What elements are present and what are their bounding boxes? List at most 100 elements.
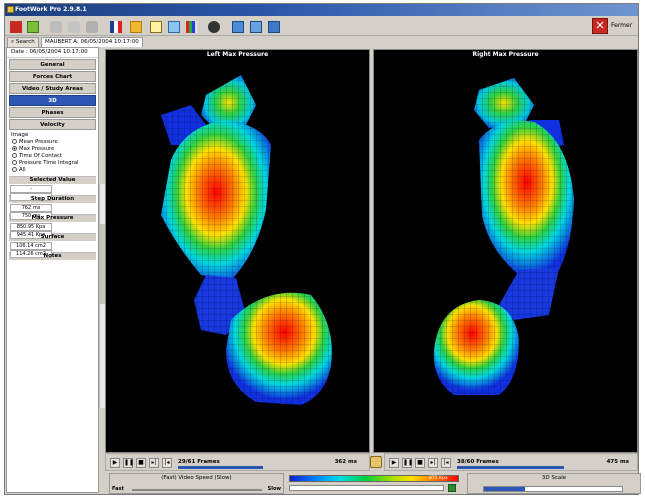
grid-icon bbox=[27, 21, 39, 33]
tab-search[interactable]: ⌕ Search bbox=[7, 37, 39, 47]
toolbar-export-button[interactable] bbox=[229, 18, 245, 34]
toolbar-foot-gray-button[interactable] bbox=[83, 18, 99, 34]
close-icon: ✕ bbox=[592, 18, 608, 34]
radio-label: All bbox=[19, 167, 26, 173]
step-back-icon[interactable]: |◂ bbox=[162, 458, 172, 468]
toolbar-foot-pair-button[interactable] bbox=[65, 18, 81, 34]
window-title: FootWork Pro 2.9.8.1 bbox=[15, 6, 87, 13]
toolbar-send-button[interactable] bbox=[265, 18, 281, 34]
video-speed-control: (Fast) Video Speed (Slow) Fast Slow bbox=[109, 473, 284, 494]
toolbar-chart-button[interactable] bbox=[165, 18, 181, 34]
toolbar-grid-button[interactable] bbox=[24, 18, 40, 34]
radio-all[interactable]: All bbox=[7, 167, 98, 174]
radio-label: Time Of Contact bbox=[19, 153, 62, 159]
right-pressure-view[interactable]: Right Max Pressure bbox=[373, 49, 638, 453]
title-bar: FootWork Pro 2.9.8.1 bbox=[5, 4, 638, 16]
flag-icon bbox=[110, 21, 122, 33]
toolbar-flag-button[interactable] bbox=[107, 18, 123, 34]
toolbar-close-file-button[interactable] bbox=[7, 18, 23, 34]
toolbar-folder-button[interactable] bbox=[127, 18, 143, 34]
stop-icon[interactable]: ■ bbox=[415, 458, 425, 468]
step-duration-row: 762 ms 750 ms bbox=[10, 204, 95, 220]
tab-patient[interactable]: MAUBERT A: 06/05/2004 10:17:00 bbox=[41, 37, 143, 47]
image-label: Image bbox=[11, 132, 29, 138]
left-frame-counter: 29/61 Frames bbox=[178, 459, 220, 465]
pause-icon[interactable]: ❚❚ bbox=[123, 458, 134, 468]
radio-pressure-time-integral[interactable]: Pressure Time Integral bbox=[7, 160, 98, 167]
send-icon bbox=[268, 21, 280, 33]
max-pressure-row: 850.95 Kpa 945.41 Kpa bbox=[10, 223, 95, 239]
nav-general[interactable]: General bbox=[9, 59, 96, 70]
video-speed-slider[interactable] bbox=[132, 489, 262, 491]
scale-apply-icon[interactable] bbox=[448, 484, 456, 492]
surface-left: 106.14 cm2 bbox=[10, 242, 52, 250]
play-icon[interactable]: ▶ bbox=[389, 458, 399, 468]
toolbar-person-button[interactable] bbox=[205, 18, 221, 34]
pause-icon[interactable]: ❚❚ bbox=[402, 458, 413, 468]
stop-icon[interactable]: ■ bbox=[136, 458, 146, 468]
radio-label: Pressure Time Integral bbox=[19, 160, 79, 166]
play-icon[interactable]: ▶ bbox=[110, 458, 120, 468]
nav-forces-chart[interactable]: Forces Chart bbox=[9, 71, 96, 82]
radio-dot bbox=[12, 167, 17, 172]
step-duration-left: 762 ms bbox=[10, 204, 52, 212]
right-midfoot bbox=[499, 268, 559, 320]
left-foot-pressure-map bbox=[161, 75, 332, 405]
close-button[interactable]: ✕ Fermer bbox=[592, 18, 632, 34]
step-forward-icon[interactable]: ▸| bbox=[428, 458, 438, 468]
left-time: 362 ms bbox=[334, 459, 357, 465]
3d-scale-slider[interactable] bbox=[483, 486, 623, 492]
speed-fast-label: Fast bbox=[112, 486, 124, 492]
selected-value-header: Selected Value bbox=[9, 176, 96, 184]
right-frame-progress[interactable] bbox=[457, 466, 564, 469]
foot-pair-icon bbox=[68, 21, 80, 33]
import-icon bbox=[250, 21, 262, 33]
close-file-icon bbox=[10, 21, 22, 33]
selected-value-row: - - bbox=[10, 185, 95, 201]
folder-icon bbox=[130, 21, 142, 33]
toolbar-import-button[interactable] bbox=[247, 18, 263, 34]
lock-icon[interactable] bbox=[370, 456, 382, 468]
nav-phases[interactable]: Phases bbox=[9, 107, 96, 118]
radio-time-of-contact[interactable]: Time Of Contact bbox=[7, 153, 98, 160]
close-label: Fermer bbox=[611, 22, 633, 29]
foot-icon bbox=[50, 21, 62, 33]
radio-max-pressure[interactable]: Max Pressure bbox=[7, 146, 98, 153]
step-back-icon[interactable]: |◂ bbox=[441, 458, 451, 468]
left-pressure-view[interactable]: Left Max Pressure bbox=[105, 49, 370, 453]
report-icon bbox=[150, 21, 162, 33]
pressure-scale-slider[interactable] bbox=[289, 485, 444, 491]
nav-video-study-areas[interactable]: Video / Study Areas bbox=[9, 83, 96, 94]
left-view-title: Left Max Pressure bbox=[206, 51, 269, 58]
bottom-controls: (Fast) Video Speed (Slow) Fast Slow 875 … bbox=[109, 473, 641, 494]
nav-velocity[interactable]: Velocity bbox=[9, 119, 96, 130]
session-date: Date : 06/05/2004 10:17:00 bbox=[7, 48, 98, 58]
3d-scale-title: 3D Scale bbox=[541, 475, 567, 481]
toolbar-foot-print-button[interactable] bbox=[47, 18, 63, 34]
selected-value-left: - bbox=[10, 185, 52, 193]
app-window: FootWork Pro 2.9.8.1 ✕ Fermer ⌕ Search M… bbox=[4, 3, 641, 495]
chart-icon bbox=[168, 21, 180, 33]
toolbar-bars-button[interactable] bbox=[183, 18, 199, 34]
surface-row: 106.14 cm2 114.26 cm2 bbox=[10, 242, 95, 258]
radio-dot bbox=[12, 139, 17, 144]
app-icon bbox=[7, 6, 14, 13]
3d-scale-control: 3D Scale bbox=[467, 473, 641, 494]
step-forward-icon[interactable]: ▸| bbox=[149, 458, 159, 468]
scale-max-value: 875 Kpa bbox=[429, 476, 448, 481]
person-icon bbox=[208, 21, 220, 33]
bars-icon bbox=[186, 21, 198, 33]
radio-label: Mean Pressure bbox=[19, 139, 58, 145]
right-foot-pressure-map bbox=[433, 78, 574, 395]
foot-gray-icon bbox=[86, 21, 98, 33]
nav-3d[interactable]: 3D bbox=[9, 95, 96, 106]
right-heel bbox=[433, 300, 519, 395]
tab-bar: ⌕ Search MAUBERT A: 06/05/2004 10:17:00 bbox=[5, 37, 638, 47]
max-pressure-left: 850.95 Kpa bbox=[10, 223, 52, 231]
speed-slow-label: Slow bbox=[267, 486, 281, 492]
left-frame-progress[interactable] bbox=[178, 466, 263, 469]
radio-label: Max Pressure bbox=[19, 146, 55, 152]
radio-mean-pressure[interactable]: Mean Pressure bbox=[7, 139, 98, 146]
export-icon bbox=[232, 21, 244, 33]
toolbar-report-button[interactable] bbox=[147, 18, 163, 34]
